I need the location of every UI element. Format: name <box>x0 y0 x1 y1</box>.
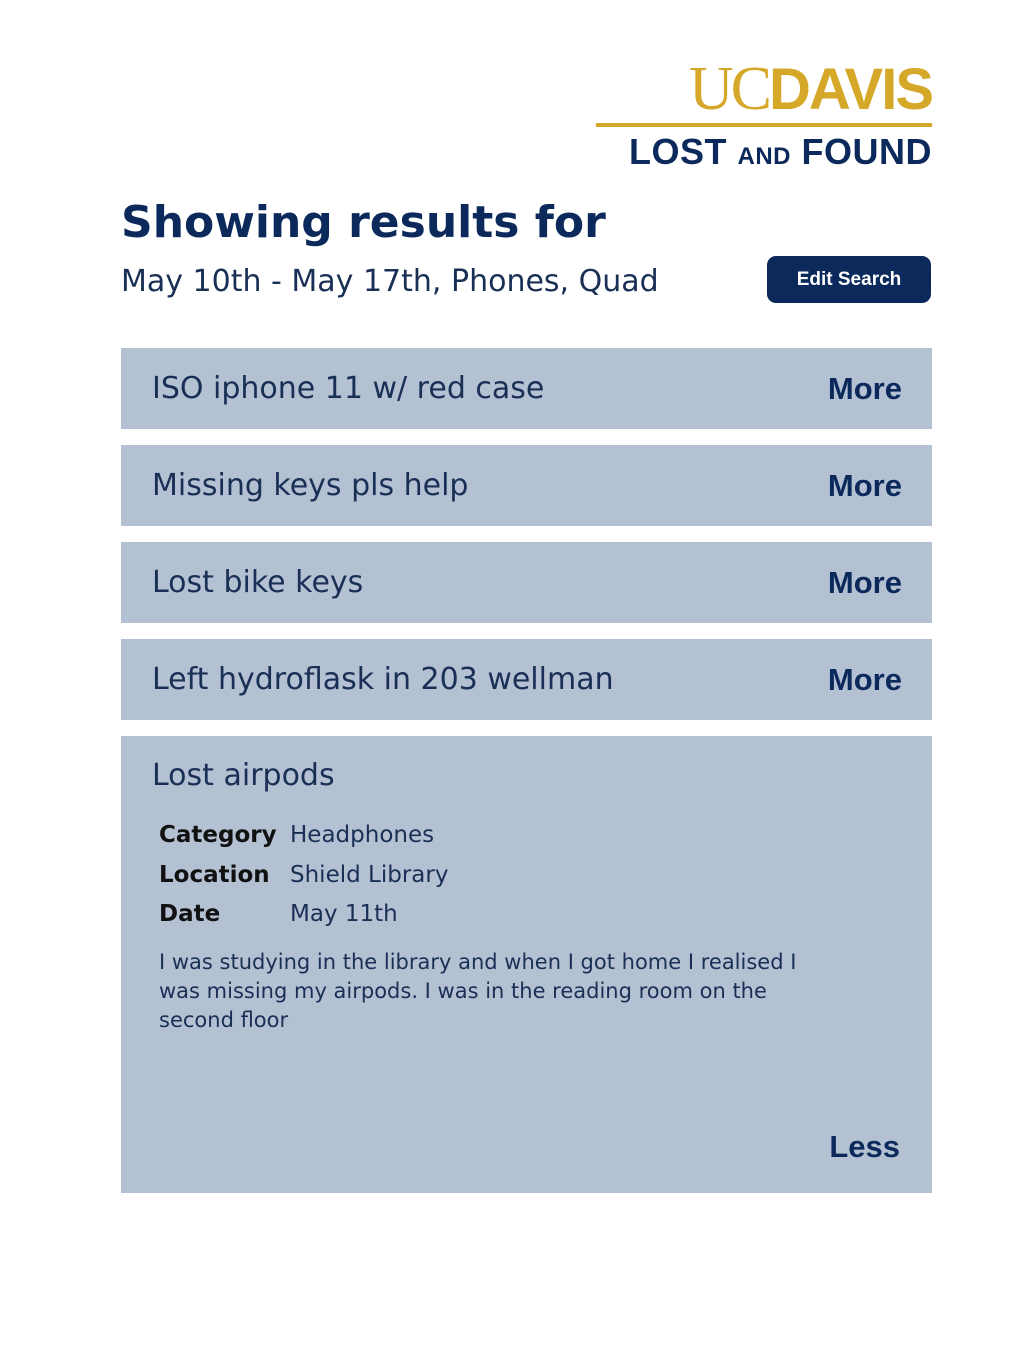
detail-value: May 11th <box>290 901 398 927</box>
result-description: I was studying in the library and when I… <box>159 950 797 1032</box>
results-list: ISO iphone 11 w/ red case More Missing k… <box>121 348 932 1209</box>
more-button[interactable]: More <box>828 542 902 623</box>
logo-subtitle: LOST AND FOUND <box>596 132 932 177</box>
detail-value: Headphones <box>290 822 435 848</box>
result-title: Lost airpods <box>152 758 335 793</box>
logo-lost: LOST <box>628 131 727 172</box>
page-title: Showing results for <box>121 197 606 248</box>
edit-search-button[interactable]: Edit Search <box>767 256 931 303</box>
detail-label: Location <box>159 861 270 888</box>
result-title: Missing keys pls help <box>152 468 469 503</box>
logo-wordmark: UCDAVIS <box>596 55 934 123</box>
ucdavis-lost-and-found-logo: UCDAVIS LOST AND FOUND <box>596 55 934 177</box>
result-title: ISO iphone 11 w/ red case <box>152 371 545 406</box>
more-button[interactable]: More <box>828 445 902 526</box>
more-button[interactable]: More <box>828 639 902 720</box>
search-filters-summary: May 10th - May 17th, Phones, Quad <box>121 264 659 299</box>
result-title: Lost bike keys <box>152 565 364 600</box>
result-item[interactable]: Lost bike keys More <box>121 542 932 623</box>
detail-value: Shield Library <box>290 861 449 888</box>
logo-and: AND <box>737 143 791 170</box>
logo-davis: DAVIS <box>769 57 934 122</box>
more-button[interactable]: More <box>828 348 902 429</box>
logo-divider <box>596 123 932 127</box>
logo-uc: UC <box>688 55 772 123</box>
result-title: Left hydroflask in 203 wellman <box>152 662 614 697</box>
less-button[interactable]: Less <box>829 1129 900 1165</box>
logo-found: FOUND <box>801 131 932 172</box>
result-item[interactable]: Missing keys pls help More <box>121 445 932 526</box>
detail-label: Category <box>159 822 277 848</box>
detail-label: Date <box>159 901 221 927</box>
result-item[interactable]: ISO iphone 11 w/ red case More <box>121 348 932 429</box>
result-item-expanded: Lost airpods Category Headphones Locatio… <box>121 736 932 1193</box>
result-item[interactable]: Left hydroflask in 203 wellman More <box>121 639 932 720</box>
